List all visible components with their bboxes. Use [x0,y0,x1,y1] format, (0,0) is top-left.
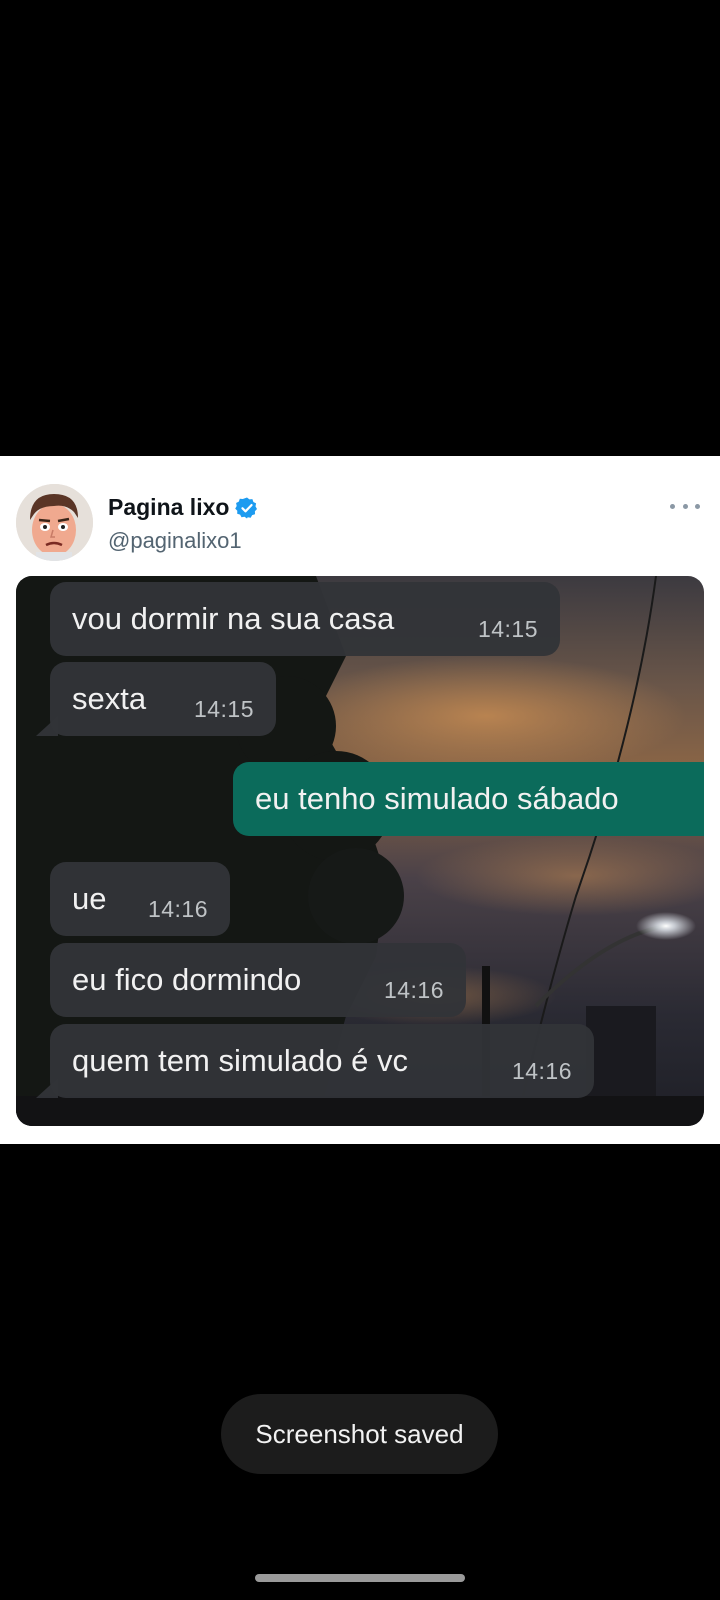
message-text: ue [72,881,107,916]
more-options-icon[interactable] [670,496,700,516]
message-3-outgoing[interactable]: eu tenho simulado sábado [233,762,704,836]
author-handle[interactable]: @paginalixo1 [108,528,242,554]
message-4[interactable]: ue 14:16 [50,862,230,936]
toast-text: Screenshot saved [255,1418,464,1449]
message-text: sexta [72,681,147,716]
message-1[interactable]: vou dormir na sua casa 14:15 [50,582,560,656]
message-text: eu fico dormindo [72,962,302,997]
message-time: 14:15 [477,616,538,642]
message-time: 14:16 [511,1058,572,1084]
verified-badge-icon [235,497,258,518]
message-time: 14:16 [147,896,208,922]
message-2[interactable]: sexta 14:15 [36,662,276,736]
tweet-image[interactable]: vou dormir na sua casa 14:15 sexta 14:15… [16,576,704,1126]
author-name-row[interactable]: Pagina lixo [108,494,259,521]
message-text: vou dormir na sua casa [72,601,395,636]
message-time: 14:16 [383,977,444,1003]
message-text: eu tenho simulado sábado [255,781,619,816]
author-name[interactable]: Pagina lixo [108,494,229,521]
tweet-card[interactable]: Pagina lixo @paginalixo1 vou dormir na s… [0,456,720,1144]
message-6[interactable]: quem tem simulado é vc 14:16 [36,1024,594,1098]
avatar-cartoon-face-icon [16,484,93,561]
message-time: 14:15 [193,696,254,722]
screenshot-saved-toast: Screenshot saved [221,1394,498,1474]
screen: Pagina lixo @paginalixo1 vou dormir na s… [0,0,720,1600]
home-indicator-bar[interactable] [255,1574,465,1582]
message-5[interactable]: eu fico dormindo 14:16 [50,943,466,1017]
message-text: quem tem simulado é vc [72,1043,408,1078]
avatar[interactable] [16,484,93,561]
